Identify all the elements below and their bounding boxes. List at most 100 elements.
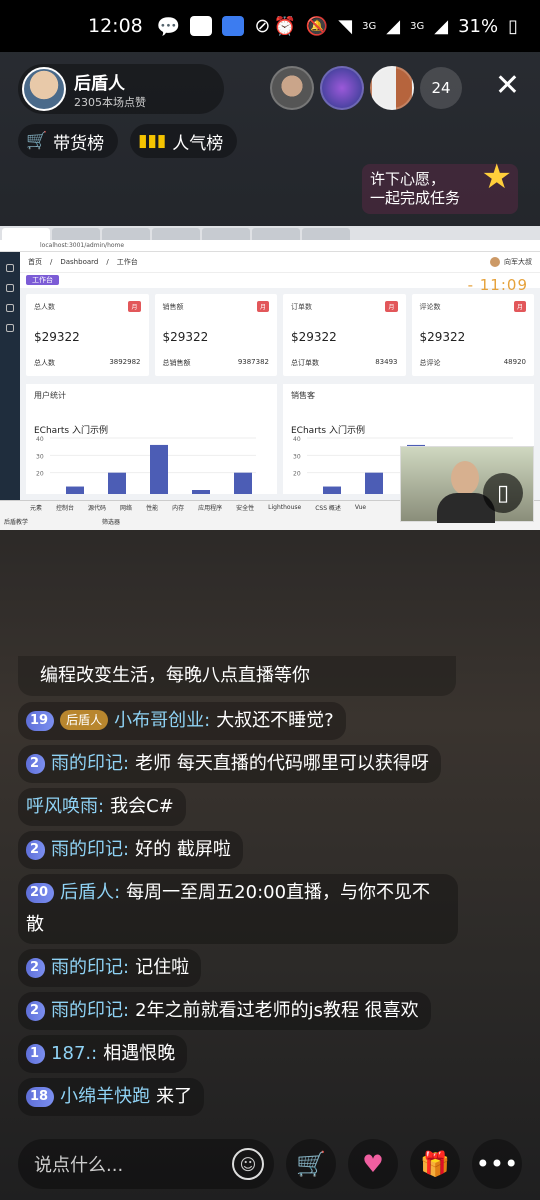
devtools-context: 后盾教学 — [4, 518, 29, 526]
level-badge: 18 — [26, 1087, 55, 1107]
level-badge: 20 — [26, 883, 55, 903]
host-avatar[interactable] — [22, 67, 66, 111]
browser-tab — [52, 228, 100, 240]
card-foot-value: 9387382 — [237, 358, 269, 366]
bar — [323, 486, 341, 494]
y-tick-label: 20 — [36, 471, 44, 478]
chat-message[interactable]: 20 后盾人: 每周一至周五20:00直播，与你不见不散 — [18, 874, 458, 944]
chat-text: 2年之前就看过老师的js教程 很喜欢 — [135, 1000, 419, 1021]
chat-nickname[interactable]: 小绵羊快跑 — [60, 1086, 150, 1107]
heart-button[interactable]: ♥ — [348, 1139, 398, 1189]
stat-cards: 总人数 月 $29322 总人数 3892982 销售额 月 $29322 总销售额 93873… — [26, 294, 534, 376]
chat-nickname[interactable]: 雨的印记: — [51, 1000, 129, 1021]
chat-nickname[interactable]: 雨的印记: — [51, 839, 129, 860]
card-tag: 月 — [513, 301, 526, 312]
devtools-tab: 内存 — [172, 504, 185, 512]
viewer-list: 24 — [270, 66, 462, 110]
browser-tab — [302, 228, 350, 240]
comment-input[interactable]: 说点什么... ☺ — [18, 1139, 274, 1189]
user-avatar — [490, 257, 500, 267]
sales-rank-button[interactable]: 🛒 带货榜 — [18, 124, 119, 158]
devtools-tab: Vue — [354, 503, 367, 511]
chat-message[interactable]: 2 雨的印记: 老师 每天直播的代码哪里可以获得呀 — [18, 745, 441, 783]
breadcrumb-home: 首页 — [28, 258, 42, 266]
chat-nickname[interactable]: 雨的印记: — [51, 957, 129, 978]
wish-banner[interactable]: 许下心愿， 一起完成任务 ★ — [362, 160, 518, 214]
devtools-tab: 控制台 — [56, 504, 75, 512]
card-value: $29322 — [34, 330, 80, 344]
devtools-tab: 应用程序 — [198, 504, 223, 512]
devtools-tab: Lighthouse — [268, 503, 302, 511]
card-value: $29322 — [419, 330, 466, 344]
card-value: $29322 — [291, 330, 337, 344]
chat-message[interactable]: 1 187.: 相遇恨晚 — [18, 1035, 188, 1073]
shop-cart-button[interactable]: 🛒 — [286, 1139, 336, 1189]
bar — [192, 490, 210, 494]
admin-user: 向军大叔 — [504, 258, 532, 266]
app-icon — [222, 16, 245, 36]
chat-message[interactable]: 呼风唤雨: 我会C# — [18, 788, 186, 826]
app-icon — [190, 16, 213, 36]
rotate-screen-icon[interactable]: ▯ — [483, 473, 523, 513]
chat-text: 我会C# — [110, 796, 174, 817]
gift-button[interactable]: 🎁 — [410, 1139, 460, 1189]
chat-text: 老师 每天直播的代码哪里可以获得呀 — [135, 753, 429, 774]
chat-message[interactable]: 2 雨的印记: 好的 截屏啦 — [18, 831, 243, 869]
emoji-icon[interactable]: ☺ — [232, 1148, 264, 1180]
card-title: 销售额 — [162, 303, 184, 311]
level-badge: 2 — [26, 840, 46, 860]
status-bar: 12:08 💬 ⊘ ⏰ 🔕 ◥ 3G ◢ 3G ◢ 31% ▯ — [0, 0, 540, 52]
browser-tabs — [0, 226, 540, 240]
chat-message[interactable]: 2 雨的印记: 2年之前就看过老师的js教程 很喜欢 — [18, 992, 431, 1030]
menu-icon — [6, 324, 14, 332]
more-button[interactable]: ••• — [472, 1139, 522, 1189]
chat-message[interactable]: 2 雨的印记: 记住啦 — [18, 949, 202, 987]
chat-nickname[interactable]: 小布哥创业: — [114, 710, 210, 731]
viewer-avatar[interactable] — [320, 66, 364, 110]
devtools-tab: 性能 — [146, 504, 159, 512]
signal-icon: ◢ — [434, 15, 449, 37]
clock-overlay: - 11:09 — [467, 276, 528, 294]
net1: 3G — [362, 20, 377, 32]
popularity-rank-button[interactable]: ▮▮▮ 人气榜 — [130, 124, 238, 158]
chat-nickname[interactable]: 雨的印记: — [51, 753, 129, 774]
close-icon[interactable]: ✕ — [495, 71, 520, 101]
chart-panel: 用户统计 ECharts 入门示例 20 30 40 — [26, 384, 277, 494]
devtools-filter: 筛选器 — [102, 518, 121, 526]
host-likes: 2305本场点赞 — [74, 95, 146, 109]
y-tick-label: 40 — [36, 436, 44, 443]
bar — [108, 472, 126, 494]
level-badge: 2 — [26, 958, 46, 978]
devtools-tab: 元素 — [30, 504, 43, 512]
host-name: 后盾人 — [74, 73, 125, 94]
chat-message[interactable]: 18 小绵羊快跑 来了 — [18, 1078, 205, 1116]
menu-icon — [6, 264, 14, 272]
viewer-count[interactable]: 24 — [420, 67, 462, 109]
chart-icon: ▮▮▮ — [138, 131, 167, 151]
chat-nickname[interactable]: 呼风唤雨: — [26, 796, 104, 817]
chat-message[interactable]: 19 后盾人 小布哥创业: 大叔还不睡觉? — [18, 702, 346, 740]
status-time: 12:08 — [88, 15, 143, 37]
battery-text: 31% — [458, 15, 499, 37]
chat-nickname[interactable]: 187.: — [51, 1043, 97, 1064]
level-badge: 2 — [26, 754, 46, 774]
card-tag: 月 — [256, 301, 269, 312]
devtools-tab: 安全性 — [236, 504, 255, 512]
chat-nickname[interactable]: 后盾人: — [60, 882, 120, 903]
card-tag: 月 — [128, 301, 141, 312]
viewer-avatar[interactable] — [370, 66, 414, 110]
card-foot-label: 总销售额 — [162, 359, 191, 367]
level-badge: 2 — [26, 1001, 46, 1021]
admin-sidebar — [0, 252, 20, 500]
level-badge: 19 — [26, 711, 55, 731]
card-title: 评论数 — [419, 303, 441, 311]
card-foot-value: 3892982 — [109, 358, 141, 366]
chip-label: 带货榜 — [53, 133, 105, 154]
menu-icon — [6, 304, 14, 312]
chat-text: 好的 截屏啦 — [135, 839, 231, 860]
live-header: 后盾人 2305本场点赞 24 ✕ — [18, 60, 522, 116]
card-tag: 月 — [385, 301, 398, 312]
host-card[interactable]: 后盾人 2305本场点赞 — [18, 64, 224, 114]
card-foot-value: 83493 — [375, 358, 398, 366]
viewer-avatar[interactable] — [270, 66, 314, 110]
